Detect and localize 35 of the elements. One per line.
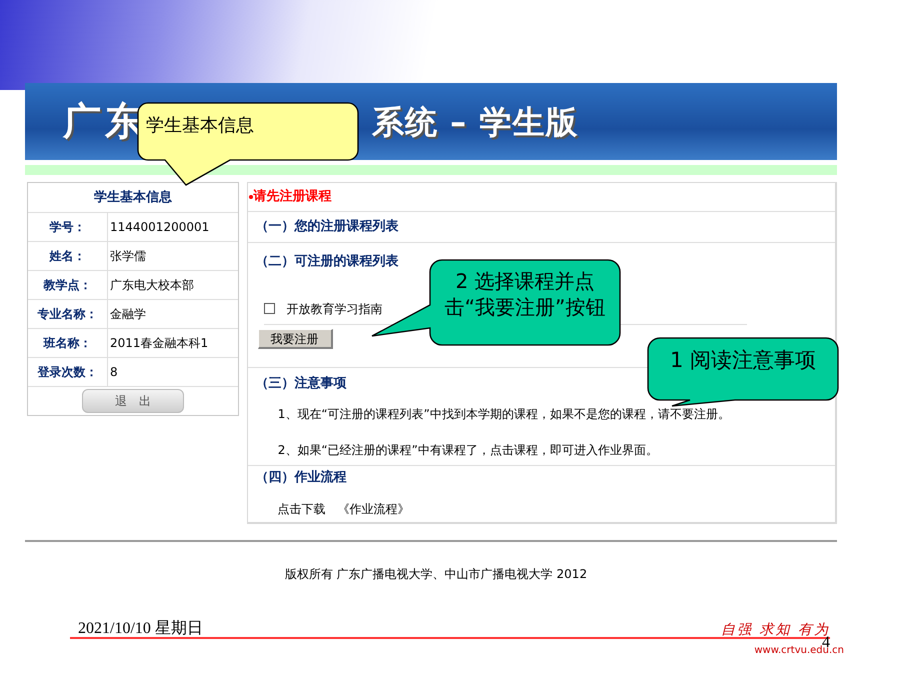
notice-text: 2、如果“已经注册的课程”中有课程了，点击课程，即可进入作业界面。 bbox=[278, 442, 659, 458]
field-value: 1144001200001 bbox=[109, 219, 210, 236]
field-label: 专业名称： bbox=[28, 300, 108, 328]
field-label: 教学点： bbox=[28, 271, 108, 299]
field-value: 2011春金融本科1 bbox=[109, 335, 208, 352]
section-heading: （三）注意事项 bbox=[256, 374, 348, 393]
callout-text: 2 选择课程并点击“我要注册”按钮 bbox=[444, 268, 606, 320]
logout-button[interactable]: 退 出 bbox=[82, 389, 184, 413]
checkbox[interactable] bbox=[264, 303, 275, 314]
callout-text: 学生基本信息 bbox=[146, 114, 255, 138]
banner-title: 系统 – 学生版 bbox=[372, 102, 578, 142]
notice-text: 1、现在“可注册的课程列表”中找到本学期的课程，如果不是您的课程，请不要注册。 bbox=[278, 406, 731, 422]
section-heading: （四）作业流程 bbox=[256, 468, 348, 486]
copyright-text: 版权所有 广东广播电视大学、中山市广播电视大学 2012 bbox=[284, 566, 588, 583]
slogan-text: 自强 求知 有为 bbox=[721, 621, 830, 638]
field-label: 姓名： bbox=[28, 242, 108, 270]
course-name: 开放教育学习指南 bbox=[286, 300, 383, 318]
field-label: 学号： bbox=[28, 213, 108, 241]
notice-heading: 请先注册课程 bbox=[254, 188, 332, 206]
section-heading: （一）您的注册课程列表 bbox=[256, 218, 399, 236]
slide-date: 2021/10/10 星期日 bbox=[78, 619, 203, 639]
field-label: 登录次数： bbox=[28, 358, 108, 386]
field-label: 班名称： bbox=[28, 329, 108, 357]
website-url: www.crtvu.edu.cn bbox=[754, 645, 844, 658]
register-button[interactable]: 我要注册 bbox=[258, 328, 333, 348]
section-heading: （二）可注册的课程列表 bbox=[256, 252, 400, 271]
field-value: 金融学 bbox=[109, 306, 146, 323]
download-label: 点击下载 bbox=[278, 501, 326, 518]
panel-title: 学生基本信息 bbox=[92, 188, 173, 207]
field-value: 广东电大校本部 bbox=[109, 277, 194, 294]
bullet-icon bbox=[248, 195, 253, 199]
download-link[interactable]: 《作业流程》 bbox=[338, 500, 410, 518]
field-value: 8 bbox=[109, 364, 118, 381]
field-value: 张学儒 bbox=[109, 248, 146, 265]
callout-text: 1 阅读注意事项 bbox=[668, 347, 818, 374]
